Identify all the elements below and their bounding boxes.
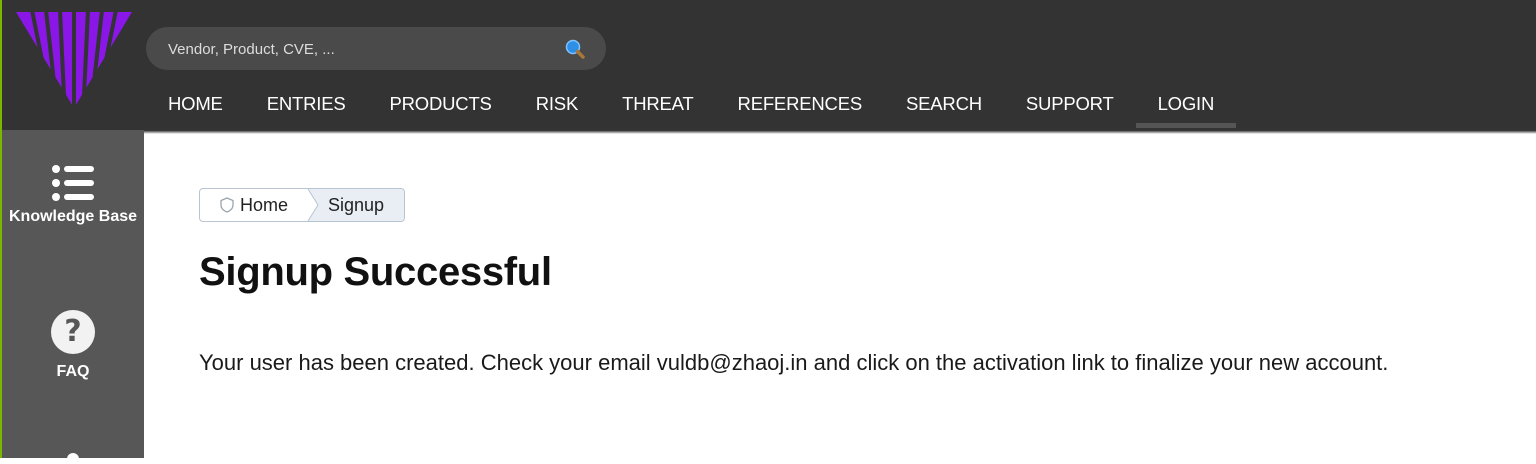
breadcrumb-current: Signup [308,189,404,221]
nav-search[interactable]: SEARCH [884,84,1004,128]
breadcrumb-home[interactable]: Home [200,189,308,221]
sidebar-item-label: FAQ [56,363,90,380]
main-nav: HOME ENTRIES PRODUCTS RISK THREAT REFERE… [146,84,1237,130]
nav-login[interactable]: LOGIN [1135,84,1237,128]
sidebar-item-knowledge-base[interactable]: Knowledge Base [2,164,144,226]
confirmation-message: Your user has been created. Check your e… [199,350,1389,375]
question-icon: ? [51,310,95,354]
sidebar: Knowledge Base ? FAQ [0,130,144,464]
nav-risk[interactable]: RISK [514,84,600,128]
search-box [146,27,606,72]
sidebar-item-faq[interactable]: ? FAQ [2,310,144,381]
breadcrumb-current-label: Signup [328,194,385,215]
page-title: Signup Successful [199,250,552,294]
nav-products[interactable]: PRODUCTS [367,84,513,128]
shield-icon [220,197,234,213]
breadcrumb-separator [304,189,319,221]
list-icon [52,165,94,201]
search-icon[interactable] [564,38,586,60]
vuldb-logo[interactable] [14,10,134,110]
topbar-shadow [0,130,1536,134]
partial-icon [67,453,79,464]
top-bar: HOME ENTRIES PRODUCTS RISK THREAT REFERE… [0,0,1536,130]
sidebar-item-label: Knowledge Base [8,208,138,225]
breadcrumb: Home Signup [199,188,405,222]
nav-threat[interactable]: THREAT [600,84,715,128]
nav-entries[interactable]: ENTRIES [245,84,368,128]
nav-references[interactable]: REFERENCES [716,84,884,128]
nav-support[interactable]: SUPPORT [1004,84,1136,128]
breadcrumb-home-label: Home [240,194,289,215]
search-input[interactable] [166,27,550,72]
nav-home[interactable]: HOME [146,84,245,128]
